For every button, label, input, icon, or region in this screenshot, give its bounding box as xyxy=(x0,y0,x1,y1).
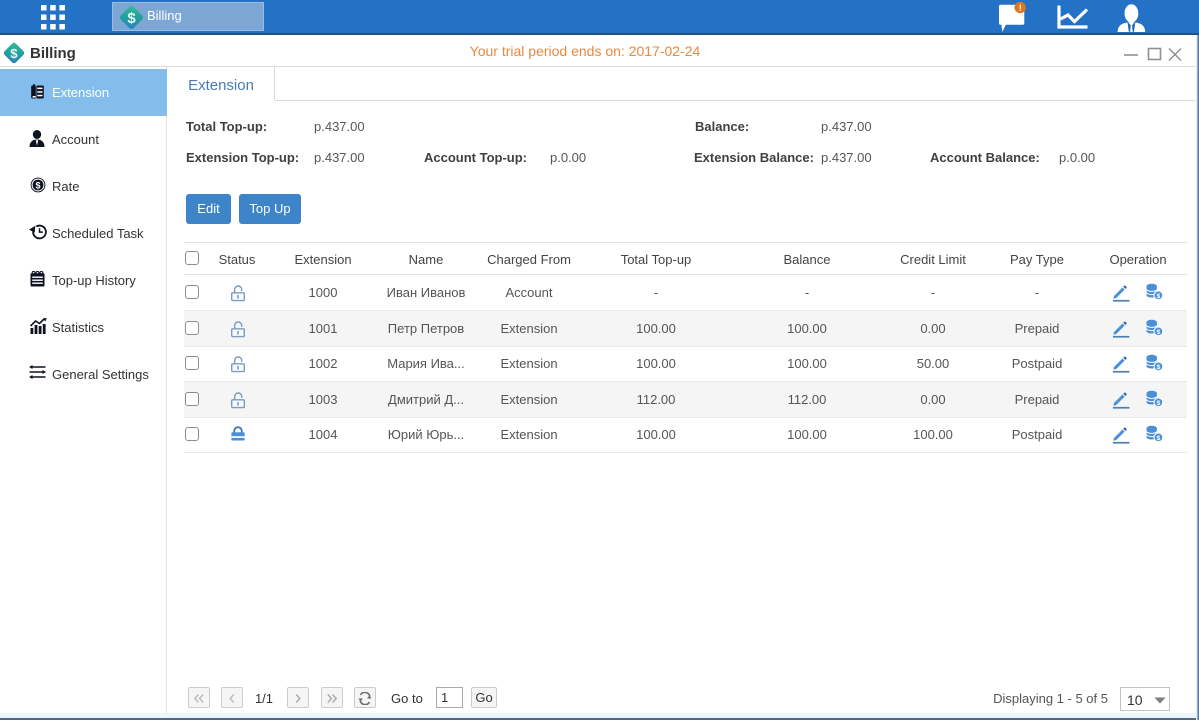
svg-text:$: $ xyxy=(35,181,40,191)
svg-text:!: ! xyxy=(1019,3,1022,13)
svg-text:$: $ xyxy=(127,10,136,27)
